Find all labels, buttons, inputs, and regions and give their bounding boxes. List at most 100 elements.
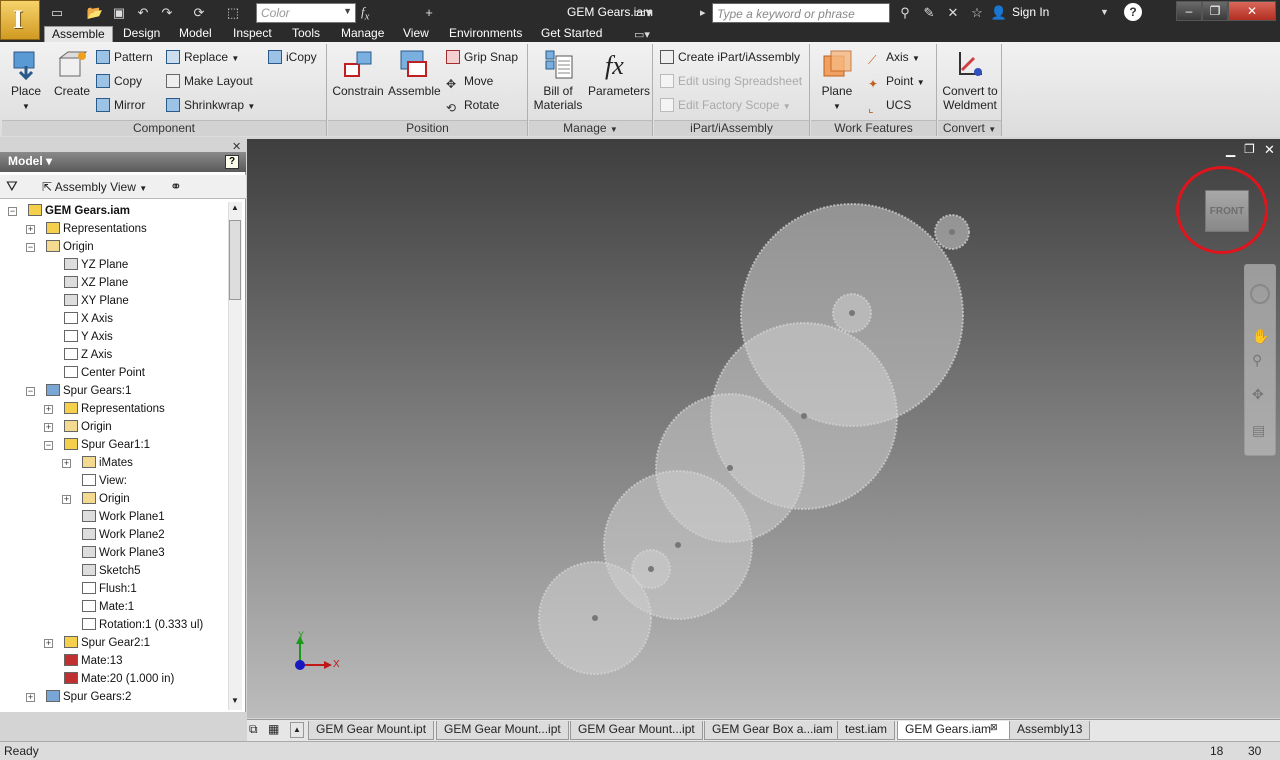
sign-in-button[interactable]: Sign In xyxy=(1012,5,1049,19)
tree-item[interactable]: Mate:20 (1.000 in) xyxy=(64,670,174,688)
doc-tab-gem-gear-box[interactable]: GEM Gear Box a...iam xyxy=(704,721,841,740)
move-button[interactable]: ✥ Move xyxy=(446,74,493,91)
tree-item[interactable]: Rotation:1 (0.333 ul) xyxy=(82,616,203,634)
doc-tab-gem-gear-mount-1[interactable]: GEM Gear Mount.ipt xyxy=(308,721,435,740)
doc-tab-gem-gear-mount-2[interactable]: GEM Gear Mount...ipt xyxy=(436,721,569,740)
viewport-close-icon[interactable]: ✕ xyxy=(1264,142,1275,158)
tab-environments[interactable]: Environments xyxy=(442,26,529,42)
look-at-icon[interactable]: ▤ xyxy=(1252,422,1265,439)
minimize-button[interactable]: – xyxy=(1176,1,1202,21)
tree-expander[interactable]: + xyxy=(44,423,53,432)
shrinkwrap-button[interactable]: Shrinkwrap ▼ xyxy=(166,98,255,112)
tree-item[interactable]: Spur Gears:1 xyxy=(46,382,131,400)
favorites-star-icon[interactable]: ☆ xyxy=(968,4,986,22)
tree-item[interactable]: Spur Gears:2 xyxy=(46,688,131,706)
ribbon-options-icon[interactable]: ▭▾ xyxy=(634,28,650,41)
add-icon[interactable]: + xyxy=(420,4,438,22)
tree-expander[interactable]: + xyxy=(26,693,35,702)
parameters-button[interactable]: fx Parameters xyxy=(588,48,650,98)
edit-factory-scope-button[interactable]: Edit Factory Scope ▼ xyxy=(660,98,791,112)
tree-item[interactable]: XZ Plane xyxy=(64,274,128,292)
doc-tab-assembly13[interactable]: Assembly13 xyxy=(1009,721,1091,740)
application-menu-button[interactable]: I xyxy=(0,0,40,40)
fx-icon[interactable]: fx xyxy=(361,4,369,23)
color-override-select[interactable]: Color ▼ xyxy=(256,3,356,23)
filter-icon[interactable]: ⛛ xyxy=(6,178,18,195)
pan-hand-icon[interactable]: ✋ xyxy=(1252,328,1269,345)
sign-in-dropdown-icon[interactable]: ▼ xyxy=(1100,7,1109,17)
tree-item[interactable]: Origin xyxy=(46,238,94,256)
tree-item[interactable]: Mate:13 xyxy=(64,652,123,670)
bill-of-materials-button[interactable]: Bill of Materials xyxy=(532,48,584,112)
plane-button[interactable]: Plane ▼ xyxy=(814,48,860,114)
tab-inspect[interactable]: Inspect xyxy=(226,26,279,42)
viewcube-front[interactable]: FRONT xyxy=(1205,190,1249,232)
tree-item[interactable]: Spur Gear1:1 xyxy=(64,436,150,454)
tree-expander[interactable]: + xyxy=(44,405,53,414)
tree-item[interactable]: Work Plane3 xyxy=(82,544,165,562)
browser-header[interactable]: Model ▾ xyxy=(0,152,246,172)
mirror-button[interactable]: Mirror xyxy=(96,98,145,112)
tree-item[interactable]: X Axis xyxy=(64,310,113,328)
tools-icon[interactable]: ✎ xyxy=(920,4,938,22)
doc-tab-test[interactable]: test.iam xyxy=(837,721,896,740)
arrange-windows-icon[interactable]: ▦ xyxy=(268,722,279,736)
steering-wheel-icon[interactable] xyxy=(1250,284,1270,304)
pattern-button[interactable]: Pattern xyxy=(96,50,153,64)
tile-windows-icon[interactable]: ⧉ xyxy=(249,722,258,737)
doc-tab-gem-gear-mount-3[interactable]: GEM Gear Mount...ipt xyxy=(570,721,703,740)
tree-item[interactable]: Y Axis xyxy=(64,328,113,346)
close-window-button[interactable]: ✕ xyxy=(1228,1,1276,21)
open-icon[interactable]: 📂 xyxy=(86,4,104,22)
tree-expander[interactable]: + xyxy=(62,495,71,504)
point-button[interactable]: ✦ Point ▼ xyxy=(868,74,925,91)
tree-item[interactable]: iMates xyxy=(82,454,133,472)
tree-item[interactable]: XY Plane xyxy=(64,292,129,310)
tab-manage[interactable]: Manage xyxy=(334,26,391,42)
tree-item[interactable]: Flush:1 xyxy=(82,580,137,598)
exchange-icon[interactable]: ✕ xyxy=(944,4,962,22)
axis-button[interactable]: ⟋ Axis ▼ xyxy=(868,50,920,67)
new-icon[interactable]: ▭ xyxy=(48,4,66,22)
tree-item[interactable]: Representations xyxy=(46,220,147,238)
binoculars-icon[interactable]: ⚲ xyxy=(896,4,914,22)
assembly-view-dropdown[interactable]: ⇱ Assembly View ▼ xyxy=(42,180,147,194)
tree-item[interactable]: Work Plane1 xyxy=(82,508,165,526)
grip-snap-button[interactable]: Grip Snap xyxy=(446,50,518,64)
replace-button[interactable]: Replace ▼ xyxy=(166,50,239,64)
tree-item[interactable]: Origin xyxy=(82,490,130,508)
tree-item[interactable]: Sketch5 xyxy=(82,562,141,580)
tree-item[interactable]: YZ Plane xyxy=(64,256,128,274)
make-layout-button[interactable]: Make Layout xyxy=(166,74,253,88)
ucs-button[interactable]: ⌞ UCS xyxy=(868,98,911,115)
rotate-button[interactable]: ⟲ Rotate xyxy=(446,98,499,115)
save-icon[interactable]: ▣ xyxy=(110,4,128,22)
tab-tools[interactable]: Tools xyxy=(285,26,327,42)
tree-item[interactable]: Z Axis xyxy=(64,346,112,364)
tree-expander[interactable]: − xyxy=(26,243,35,252)
tab-get-started[interactable]: Get Started xyxy=(534,26,609,42)
scroll-thumb[interactable] xyxy=(229,220,241,300)
help-button[interactable]: ? xyxy=(1124,3,1142,21)
tree-item[interactable]: Spur Gear2:1 xyxy=(64,634,150,652)
create-ipart-button[interactable]: Create iPart/iAssembly xyxy=(660,50,800,64)
tree-item[interactable]: Origin xyxy=(64,418,112,436)
restore-button[interactable]: ❐ xyxy=(1202,1,1228,21)
constrain-button[interactable]: Constrain xyxy=(332,48,384,98)
tab-list-icon[interactable]: ▲ xyxy=(290,722,304,738)
find-binoculars-icon[interactable]: ⚭ xyxy=(170,178,182,195)
select-icon[interactable]: ⬚ xyxy=(224,4,242,22)
tree-expander[interactable]: − xyxy=(44,441,53,450)
tree-item[interactable]: Mate:1 xyxy=(82,598,134,616)
undo-icon[interactable]: ↶ xyxy=(134,4,152,22)
browser-help-icon[interactable]: ? xyxy=(225,155,239,169)
viewport-restore-icon[interactable]: ❐ xyxy=(1244,142,1255,156)
assemble-button[interactable]: Assemble xyxy=(388,48,441,98)
search-input[interactable]: Type a keyword or phrase xyxy=(712,3,890,23)
tree-item[interactable]: Representations xyxy=(64,400,165,418)
tab-view[interactable]: View xyxy=(396,26,436,42)
place-button[interactable]: Place ▼ xyxy=(6,48,46,114)
workspace-dropdown-icon[interactable]: ▭▾ xyxy=(632,4,654,22)
tree-expander[interactable]: + xyxy=(26,225,35,234)
tab-model[interactable]: Model xyxy=(172,26,219,42)
